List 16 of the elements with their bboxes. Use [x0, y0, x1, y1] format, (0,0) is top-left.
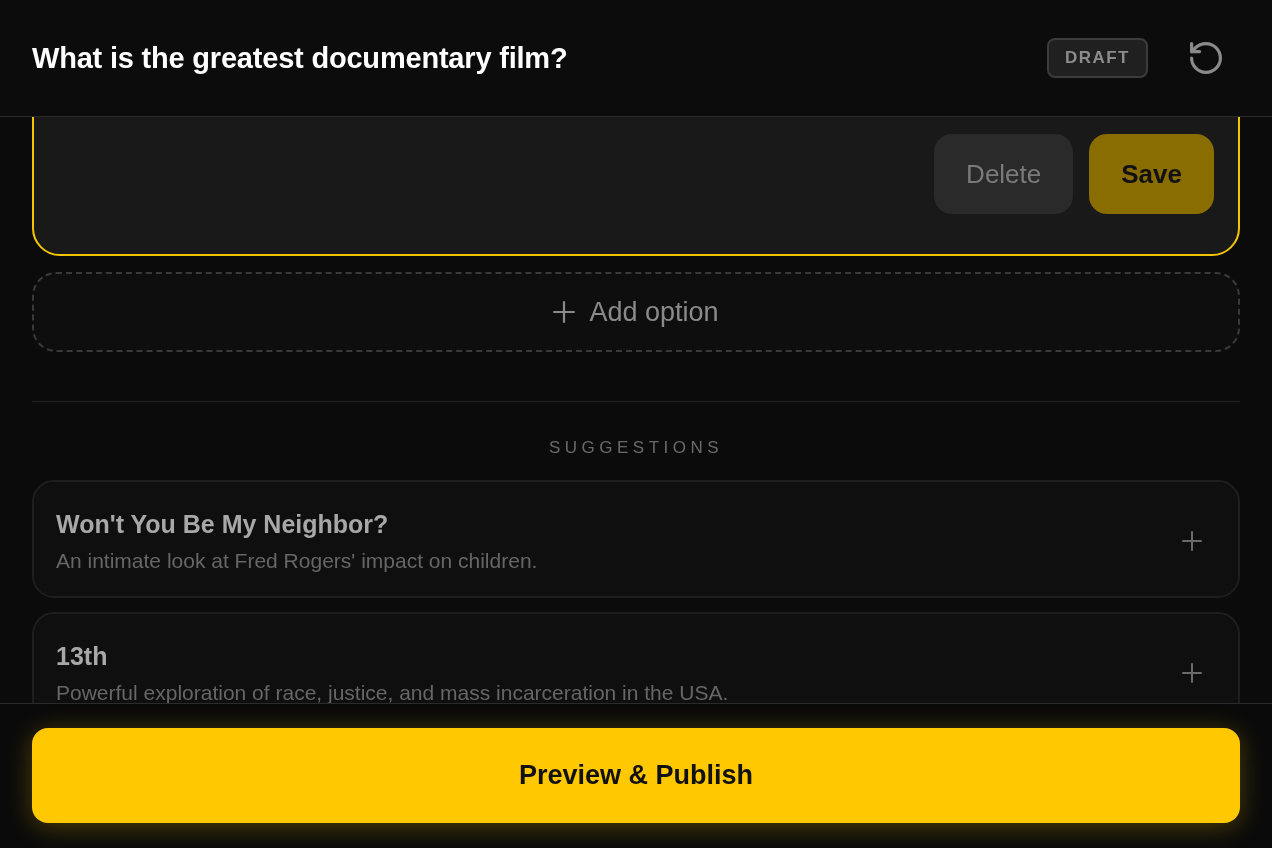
- suggestion-card[interactable]: 13th Powerful exploration of race, justice, and mass incarceration in the USA.: [32, 612, 1240, 703]
- suggestion-description: Powerful exploration of race, justice, and mass incarceration in the USA.: [56, 680, 730, 703]
- plus-icon: [553, 301, 576, 323]
- suggestion-title: Won't You Be My Neighbor?: [56, 509, 390, 539]
- section-heading: SUGGESTIONS: [547, 438, 725, 458]
- plus-icon[interactable]: [1182, 531, 1202, 551]
- suggestion-card[interactable]: Won't You Be My Neighbor? An intimate look at Fred Rogers' impact on children.: [32, 480, 1240, 598]
- suggestion-title: 13th: [56, 641, 109, 671]
- circular-arrow-icon: [1190, 42, 1222, 74]
- suggestion-description: An intimate look at Fred Rogers' impact on children.: [56, 548, 539, 573]
- status-badge: DRAFT: [1046, 38, 1148, 78]
- reset-button[interactable]: [1190, 42, 1222, 74]
- publish-button[interactable]: Preview & Publish: [32, 728, 1240, 823]
- add-option-button[interactable]: Add option: [32, 272, 1240, 352]
- question-title: What is the greatest documentary film?: [32, 41, 568, 75]
- plus-icon[interactable]: [1182, 663, 1202, 683]
